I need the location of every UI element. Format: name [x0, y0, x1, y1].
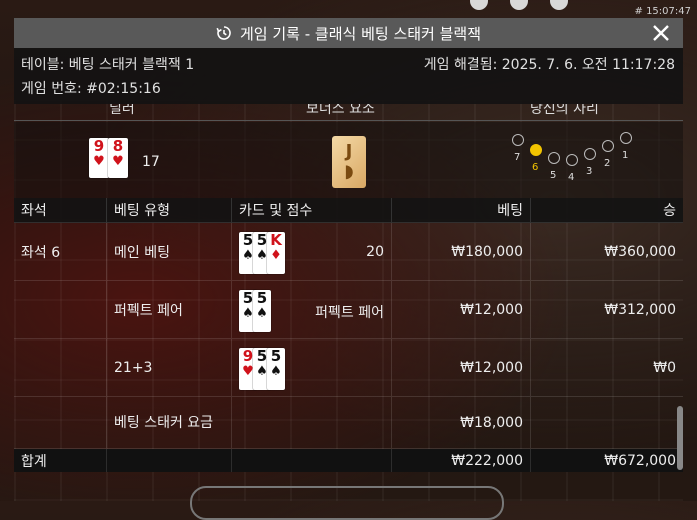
row-cards: 5 ♠ 5 ♠ 퍼펙트 페어: [231, 280, 392, 339]
header-win: 승: [530, 198, 683, 223]
playing-card: K ♦: [267, 230, 285, 274]
card-rank: K: [270, 230, 282, 249]
dealer-heading: 딜러: [109, 104, 135, 117]
game-info: 테이블: 베팅 스태커 블랙잭 1 게임 해결됨: 2025. 7. 6. 오전…: [14, 48, 683, 104]
seat-2: [602, 140, 614, 152]
card-suit: ♥: [112, 154, 124, 169]
table-row: 21+3 9 ♥ 5 ♠ 5 ♠ ₩12,000 ₩0: [14, 338, 683, 397]
game-history-modal: 게임 기록 - 클래식 베팅 스태커 블랙잭 테이블: 베팅 스태커 블랙잭 1…: [14, 18, 683, 501]
header-cards-score: 카드 및 점수: [231, 198, 392, 223]
row-type: 메인 베팅: [106, 222, 232, 281]
row-win: ₩360,000: [530, 222, 683, 281]
seat-4: [566, 154, 578, 166]
row-score: 퍼펙트 페어: [315, 304, 384, 321]
row-bet: ₩18,000: [391, 396, 531, 449]
dealer-bonus-seat-row: 9 ♥ 8 ♥ 17 J ◗ 7654321: [14, 122, 683, 198]
card-rank: 9: [93, 137, 105, 155]
row-win: ₩312,000: [530, 280, 683, 339]
total-row: 합계 ₩222,000 ₩672,000: [14, 448, 683, 472]
row-bet: ₩12,000: [391, 280, 531, 339]
seat-label: 6: [532, 162, 539, 173]
row-score: 20: [366, 243, 384, 260]
row-type: 베팅 스태커 요금: [106, 396, 232, 449]
seat-7: [512, 134, 524, 146]
your-seat-heading: 당신의 자리: [530, 104, 599, 117]
bets-table: 좌석 베팅 유형 카드 및 점수 베팅 승 좌석 6 메인 베팅 5 ♠ 5 ♠ K ♦ …: [14, 198, 683, 472]
row-cards: 9 ♥ 5 ♠ 5 ♠: [231, 338, 392, 397]
table-row: 베팅 스태커 요금 ₩18,000: [14, 396, 683, 449]
card-group: 5 ♠ 5 ♠: [239, 288, 297, 332]
game-number: 게임 번호: #02:15:16: [21, 81, 161, 97]
total-win: ₩672,000: [530, 448, 683, 472]
resolved-time: 게임 해결됨: 2025. 7. 6. 오전 11:17:28: [423, 57, 675, 73]
card-rank: 5: [270, 346, 282, 365]
row-seat: [14, 338, 107, 397]
card-suit: ♠: [256, 305, 268, 321]
playing-card: 5 ♠: [253, 288, 271, 332]
row-seat: 좌석 6: [14, 222, 107, 281]
row-bet: ₩12,000: [391, 338, 531, 397]
total-label: 합계: [14, 448, 107, 472]
card-group: 9 ♥ 5 ♠ 5 ♠: [239, 346, 297, 390]
row-type: 퍼펙트 페어: [106, 280, 232, 339]
row-seat: [14, 280, 107, 339]
top-indicators: [470, 0, 590, 14]
section-headers: 딜러 보너스 요소 당신의 자리: [14, 104, 683, 118]
seat-label: 4: [568, 172, 575, 183]
table-header-row: 좌석 베팅 유형 카드 및 점수 베팅 승: [14, 198, 683, 223]
row-cards: [231, 396, 392, 449]
row-cards: 5 ♠ 5 ♠ K ♦ 20: [231, 222, 392, 281]
row-bet: ₩180,000: [391, 222, 531, 281]
card-rank: 5: [256, 288, 268, 307]
row-win: [530, 396, 683, 449]
modal-titlebar: 게임 기록 - 클래식 베팅 스태커 블랙잭: [14, 18, 683, 48]
playing-card: 9 ♥: [89, 138, 109, 178]
dealer-total: 17: [142, 154, 160, 170]
card-group: 5 ♠ 5 ♠ K ♦: [239, 230, 297, 274]
seat-3: [584, 148, 596, 160]
header-bet: 베팅: [391, 198, 531, 223]
playing-card: 5 ♠: [267, 346, 285, 390]
clock: # 15:07:47: [634, 6, 691, 17]
divider: [14, 120, 683, 121]
row-type: 21+3: [106, 338, 232, 397]
header-seat: 좌석: [14, 198, 107, 223]
row-seat: [14, 396, 107, 449]
card-suit: ♦: [270, 247, 282, 263]
scrollbar[interactable]: [677, 406, 683, 470]
table-row: 좌석 6 메인 베팅 5 ♠ 5 ♠ K ♦ 20 ₩180,000 ₩360,000: [14, 222, 683, 281]
bottom-button[interactable]: [190, 486, 504, 520]
bonus-heading: 보너스 요소: [306, 104, 375, 117]
playing-card: 8 ♥: [108, 138, 128, 178]
bonus-card-rank: J: [345, 141, 353, 162]
seat-label: 2: [604, 158, 611, 169]
close-icon[interactable]: [649, 21, 673, 45]
bonus-card-suit: ◗: [344, 161, 354, 182]
bonus-card: J ◗: [332, 136, 366, 188]
seat-label: 1: [622, 150, 629, 161]
card-suit: ♥: [93, 154, 105, 169]
card-rank: 8: [112, 137, 124, 155]
history-icon: [216, 26, 231, 40]
seat-label: 7: [514, 152, 521, 163]
table-row: 퍼펙트 페어 5 ♠ 5 ♠ 퍼펙트 페어 ₩12,000 ₩312,000: [14, 280, 683, 339]
card-suit: ♠: [270, 363, 282, 379]
seat-5: [548, 152, 560, 164]
seat-1: [620, 132, 632, 144]
row-win: ₩0: [530, 338, 683, 397]
table-name: 테이블: 베팅 스태커 블랙잭 1: [21, 57, 195, 73]
modal-title-text: 게임 기록 - 클래식 베팅 스태커 블랙잭: [239, 24, 482, 43]
seat-label: 3: [586, 166, 593, 177]
modal-title: 게임 기록 - 클래식 베팅 스태커 블랙잭: [216, 23, 481, 44]
seat-map: 7654321: [508, 130, 638, 190]
header-bet-type: 베팅 유형: [106, 198, 232, 223]
total-bet: ₩222,000: [391, 448, 531, 472]
seat-6: [530, 144, 542, 156]
seat-label: 5: [550, 170, 557, 181]
